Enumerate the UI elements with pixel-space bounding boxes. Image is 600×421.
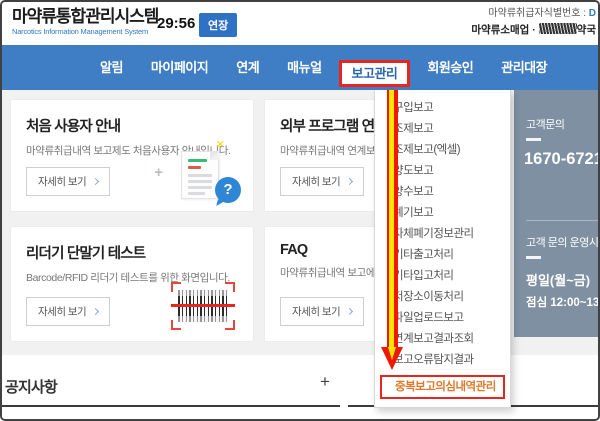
question-bubble-icon: ? <box>215 177 241 203</box>
handler-id-label: 마약류취급자식별번호 : <box>488 8 588 19</box>
detail-button[interactable]: 자세히 보기 <box>26 167 110 196</box>
detail-button-label: 자세히 보기 <box>292 304 340 319</box>
chevron-right-icon <box>92 308 99 315</box>
redacted-pharmacy-name <box>539 23 577 34</box>
hours-weekday: 평일(월~금) <box>526 270 590 289</box>
app-subtitle: Narcotics Information Management System <box>12 27 158 36</box>
card-reader-test: 리더기 단말기 테스트 Barcode/RFID 리더기 테스트를 위한 화면입… <box>10 226 254 342</box>
annotation-arrow-head-core <box>388 347 396 360</box>
contact-phone: 1670-6721 <box>524 150 600 169</box>
detail-button-label: 자세히 보기 <box>292 174 340 189</box>
notice-title[interactable]: 공지사항 <box>5 376 57 397</box>
app-logo[interactable]: 마약류통합관리시스템 Narcotics Information Managem… <box>12 7 158 36</box>
document-illustration <box>181 151 219 199</box>
menu-item-duplicate-report-management-highlighted[interactable]: 중복보고의심내역관리 <box>380 375 505 399</box>
nav-item-report-management-active[interactable]: 보고관리 <box>339 60 411 87</box>
handler-id-value: D <box>589 8 596 19</box>
detail-button[interactable]: 자세히 보기 <box>280 297 364 326</box>
session-extend-button[interactable]: 연장 <box>199 13 237 37</box>
nav-item-member-approval[interactable]: 회원승인 <box>413 45 487 90</box>
card-subtitle: Barcode/RFID 리더기 테스트를 위한 화면입니다. <box>26 270 253 285</box>
sidebar-divider <box>526 220 600 221</box>
card-first-user-guide: 처음 사용자 안내 마약류취급내역 보고제도 처음사용자 안내입니다. 자세히 … <box>10 99 254 212</box>
card-title: 리더기 단말기 테스트 <box>26 242 253 263</box>
chevron-right-icon <box>346 308 353 315</box>
contact-label: 고객문의 <box>526 116 564 132</box>
nav-item-alerts[interactable]: 알림 <box>86 45 137 90</box>
chevron-right-icon <box>92 178 99 185</box>
nav-item-linkage[interactable]: 연계 <box>222 45 273 90</box>
barcode-scanner-illustration <box>175 287 231 325</box>
plus-icon: + <box>154 164 163 181</box>
detail-button-label: 자세히 보기 <box>38 304 86 319</box>
x-mark-icon: ✕ <box>216 138 225 151</box>
handler-id-line: 마약류취급자식별번호 : D <box>471 6 596 22</box>
business-suffix-label: 약국 <box>577 24 596 36</box>
nav-item-manual[interactable]: 매뉴얼 <box>273 45 335 90</box>
user-info: 마약류취급자식별번호 : D 마약류소매업 · 약국 <box>471 6 596 38</box>
nav-item-mypage[interactable]: 마이페이지 <box>137 45 222 90</box>
chevron-right-icon <box>346 178 353 185</box>
notice-expand-icon[interactable]: + <box>320 372 330 392</box>
hours-label: 고객 문의 운영시간 <box>526 234 600 250</box>
detail-button[interactable]: 자세히 보기 <box>280 167 364 196</box>
business-type-label: 마약류소매업 · <box>471 24 538 36</box>
customer-service-panel: 고객문의 1670-6721 고객 문의 운영시간 평일(월~금) 점심 12:… <box>514 90 600 337</box>
hours-lunch: 점심 12:00~13:00 <box>526 294 600 310</box>
detail-button[interactable]: 자세히 보기 <box>26 297 110 326</box>
card-title: 처음 사용자 안내 <box>26 115 253 136</box>
annotation-arrow-shaft <box>387 90 398 348</box>
scan-line <box>171 304 235 307</box>
nav-item-ledger[interactable]: 관리대장 <box>487 45 561 90</box>
document-fold-corner <box>210 151 219 160</box>
app-window: 마약류통합관리시스템 Narcotics Information Managem… <box>0 0 600 421</box>
detail-button-label: 자세히 보기 <box>38 174 86 189</box>
main-nav: 알림 마이페이지 연계 매뉴얼 보고관리 회원승인 관리대장 <box>2 45 598 90</box>
header: 마약류통합관리시스템 Narcotics Information Managem… <box>2 2 598 45</box>
app-title: 마약류통합관리시스템 <box>12 7 158 27</box>
session-timer: 29:56 <box>157 15 195 32</box>
business-line: 마약류소매업 · 약국 <box>471 22 596 38</box>
